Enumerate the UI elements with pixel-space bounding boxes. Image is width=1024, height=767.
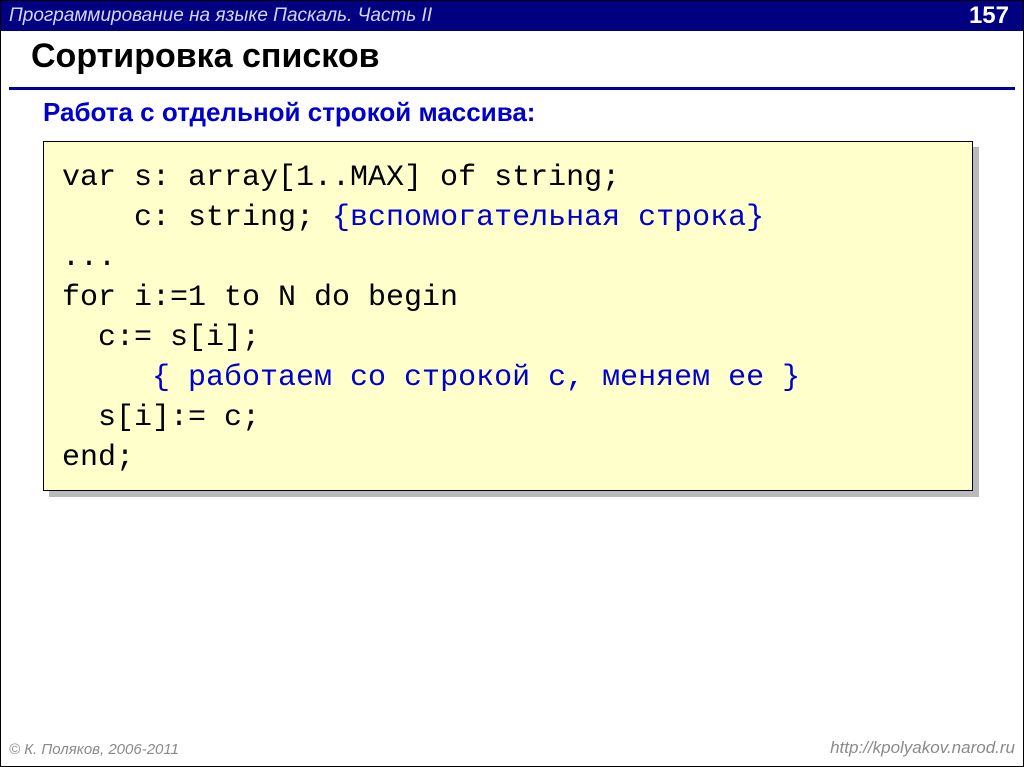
page-title: Сортировка списков xyxy=(31,37,380,76)
code-line-7: s[i]:= c; xyxy=(62,401,260,435)
code-line-3: ... xyxy=(62,241,116,275)
footer-copyright: © К. Поляков, 2006-2011 xyxy=(9,741,179,758)
code-line-6a xyxy=(62,361,152,395)
footer: © К. Поляков, 2006-2011 http://kpolyakov… xyxy=(9,738,1015,758)
slide-frame: Программирование на языке Паскаль. Часть… xyxy=(0,0,1024,767)
code-line-5: c:= s[i]; xyxy=(62,321,260,355)
page-number: 157 xyxy=(969,2,1009,30)
title-underline xyxy=(9,87,1015,90)
code-line-2-comment: {вспомогательная строка} xyxy=(332,201,764,235)
code-line-1: var s: array[1..MAX] of string; xyxy=(62,161,620,195)
top-bar-title: Программирование на языке Паскаль. Часть… xyxy=(9,5,432,27)
sub-heading: Работа с отдельной строкой массива: xyxy=(43,97,535,128)
code-line-6-comment: { работаем со строкой c, меняем ее } xyxy=(152,361,800,395)
top-bar: Программирование на языке Паскаль. Часть… xyxy=(1,1,1023,31)
footer-url: http://kpolyakov.narod.ru xyxy=(830,738,1015,758)
code-line-4: for i:=1 to N do begin xyxy=(62,281,458,315)
code-line-2a: c: string; xyxy=(62,201,332,235)
code-block: var s: array[1..MAX] of string; c: strin… xyxy=(43,141,973,491)
code-line-8: end; xyxy=(62,441,134,475)
